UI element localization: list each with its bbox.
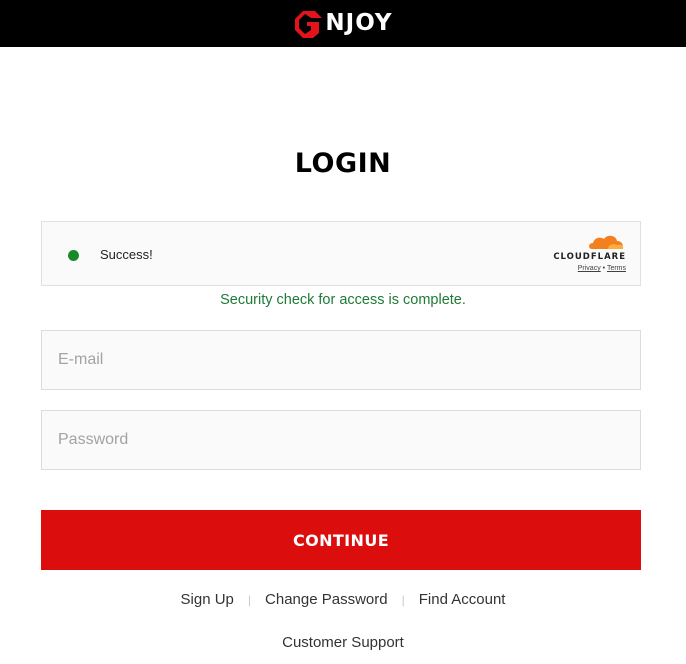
cloudflare-links: Privacy • Terms (546, 265, 626, 272)
link-separator: | (401, 592, 405, 607)
account-links: Sign Up | Change Password | Find Account (0, 591, 686, 608)
cloudflare-turnstile-widget[interactable]: Success! CLOUDFLARE Privacy • Terms (41, 221, 641, 286)
njoy-logo-mark-icon (295, 10, 323, 38)
cloudflare-cloud-icon (589, 235, 624, 249)
security-check-message: Security check for access is complete. (220, 292, 466, 308)
customer-support-row: Customer Support (0, 634, 686, 651)
page-title: LOGIN (294, 148, 392, 179)
logo-text: NJOY (325, 10, 393, 36)
cloudflare-branding: CLOUDFLARE Privacy • Terms (546, 232, 626, 272)
find-account-link[interactable]: Find Account (419, 591, 506, 608)
email-input[interactable] (41, 330, 641, 390)
cloudflare-wordmark: CLOUDFLARE (553, 252, 626, 262)
captcha-status-text: Success! (100, 247, 153, 262)
privacy-link[interactable]: Privacy (578, 265, 601, 272)
top-bar: NJOY (0, 0, 686, 47)
terms-link[interactable]: Terms (607, 265, 626, 272)
njoy-logo[interactable]: NJOY (293, 9, 392, 39)
sign-up-link[interactable]: Sign Up (181, 591, 234, 608)
change-password-link[interactable]: Change Password (265, 591, 388, 608)
link-separator: | (247, 592, 252, 607)
continue-button[interactable]: CONTINUE (41, 510, 641, 570)
customer-support-link[interactable]: Customer Support (282, 634, 404, 651)
success-status-icon (68, 250, 79, 261)
links-separator: • (602, 265, 606, 272)
password-input[interactable] (41, 410, 641, 470)
